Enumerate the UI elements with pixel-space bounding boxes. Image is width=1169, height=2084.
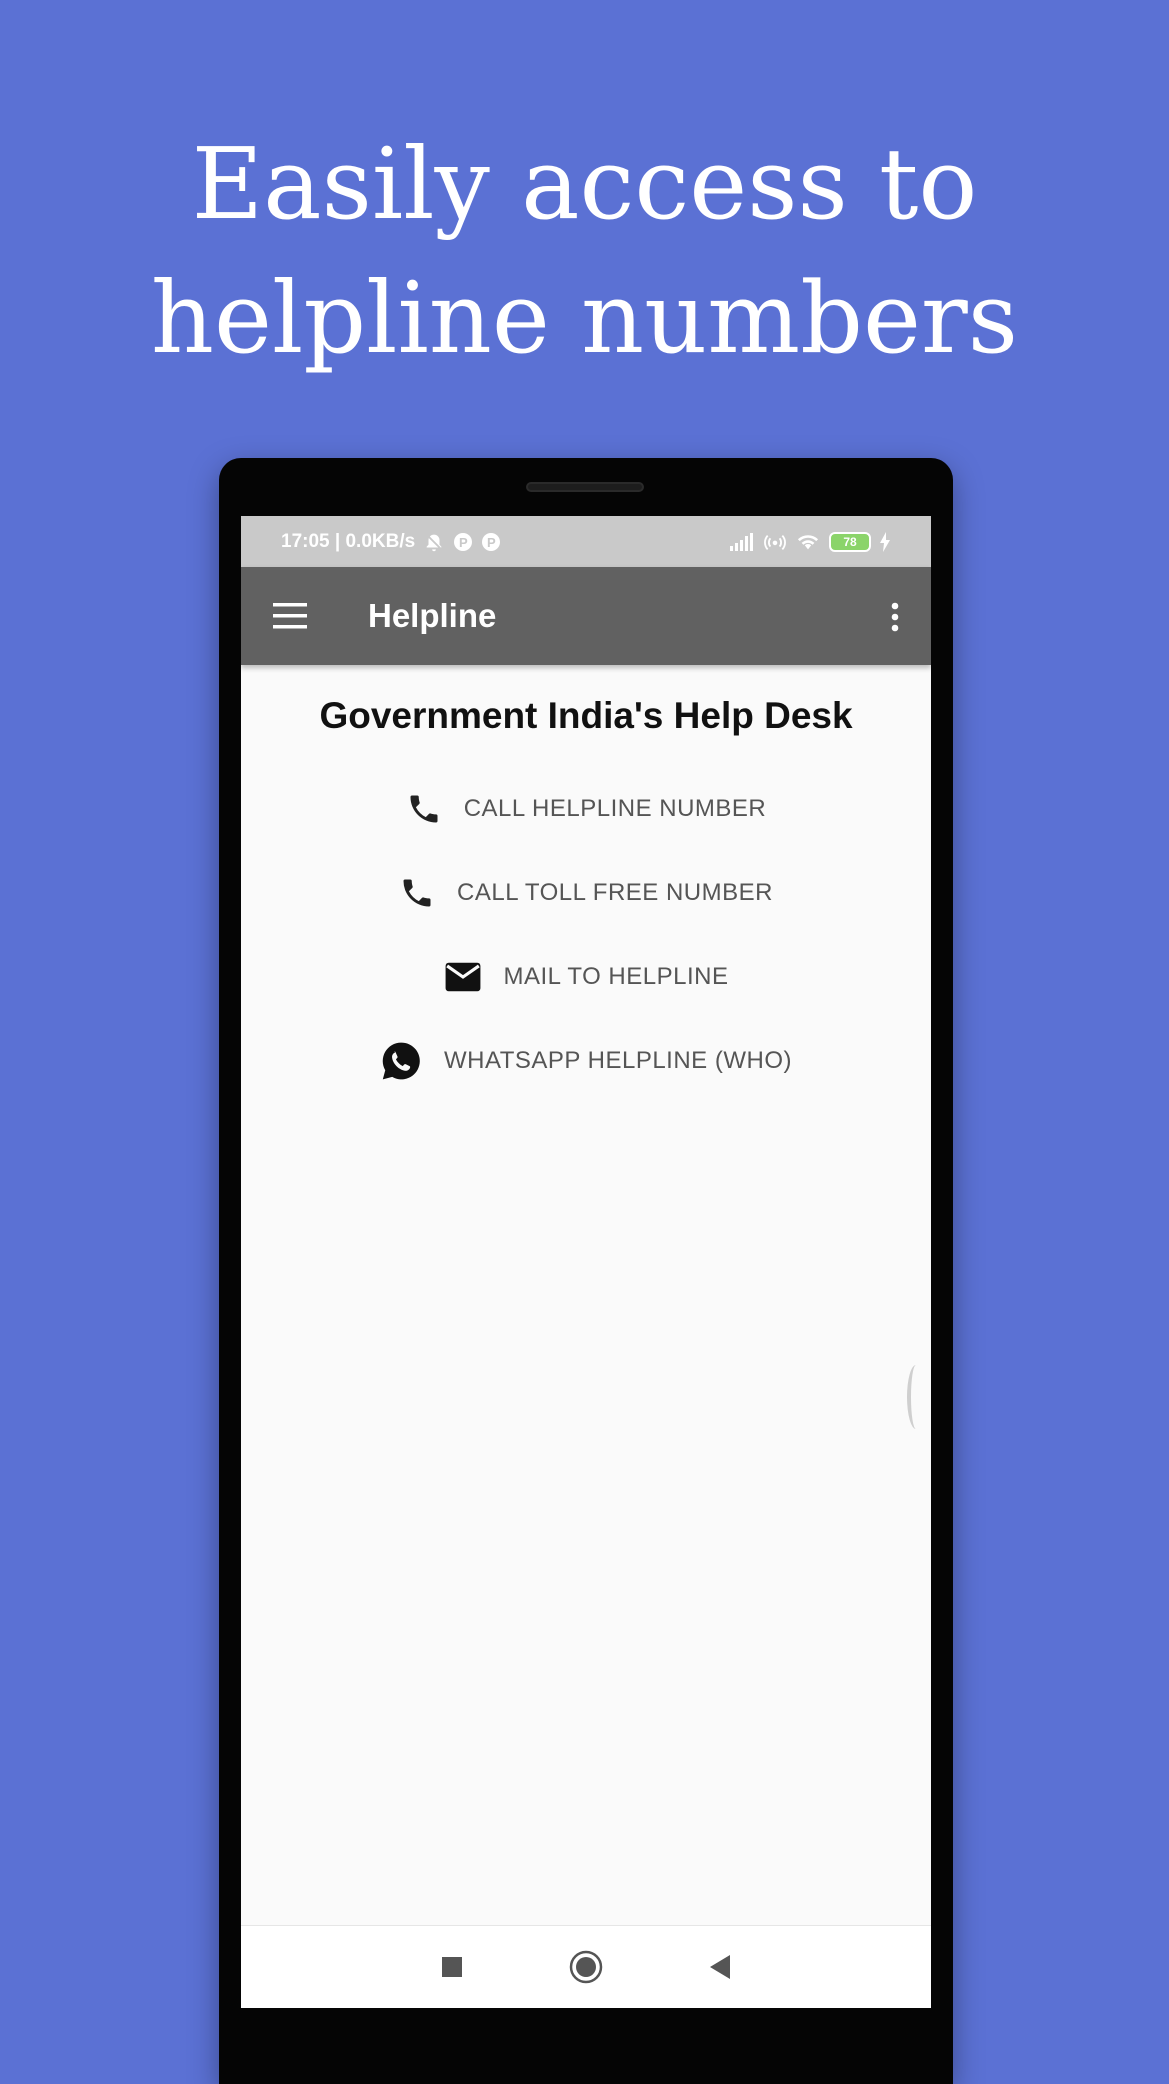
status-bar: 17:05 | 0.0KB/s P P 78 bbox=[241, 516, 931, 567]
mail-helpline-button[interactable]: MAIL TO HELPLINE bbox=[241, 947, 931, 1007]
page-content: Government India's Help Desk CALL HELPLI… bbox=[241, 665, 931, 1906]
wifi-icon bbox=[797, 534, 819, 549]
charging-icon bbox=[880, 531, 890, 552]
edge-swipe-handle[interactable] bbox=[907, 1365, 925, 1429]
hotspot-icon bbox=[764, 534, 786, 550]
svg-text:P: P bbox=[459, 535, 468, 550]
call-helpline-button[interactable]: CALL HELPLINE NUMBER bbox=[241, 779, 931, 839]
battery-icon: 78 bbox=[829, 531, 871, 552]
more-vert-icon[interactable] bbox=[889, 602, 901, 632]
alarm-off-icon bbox=[425, 532, 444, 551]
whatsapp-icon bbox=[382, 1042, 420, 1080]
home-circle-icon[interactable] bbox=[551, 1937, 621, 1997]
back-triangle-icon[interactable] bbox=[685, 1937, 755, 1997]
phone-icon bbox=[403, 879, 431, 907]
hamburger-menu-icon[interactable] bbox=[273, 603, 307, 629]
action-label: MAIL TO HELPLINE bbox=[503, 963, 729, 990]
page-title: Government India's Help Desk bbox=[319, 695, 853, 736]
phone-frame: 17:05 | 0.0KB/s P P 78 Helpline Governme… bbox=[219, 458, 953, 2084]
phone-icon bbox=[410, 795, 438, 823]
mail-icon bbox=[445, 962, 480, 992]
recents-square-icon[interactable] bbox=[417, 1937, 487, 1997]
app-bar: Helpline bbox=[241, 567, 931, 665]
svg-text:P: P bbox=[487, 535, 496, 550]
p-app-icon: P bbox=[454, 532, 473, 551]
action-label: CALL HELPLINE NUMBER bbox=[463, 795, 767, 822]
whatsapp-helpline-button[interactable]: WHATSAPP HELPLINE (WHO) bbox=[241, 1031, 931, 1091]
call-toll-free-button[interactable]: CALL TOLL FREE NUMBER bbox=[241, 863, 931, 923]
app-title: Helpline bbox=[368, 597, 497, 634]
p-app-icon: P bbox=[482, 532, 501, 551]
promo-headline: Easily access to helpline numbers bbox=[150, 128, 1019, 376]
system-nav-bar bbox=[241, 1925, 931, 2008]
phone-screen: 17:05 | 0.0KB/s P P 78 Helpline Governme… bbox=[241, 516, 931, 2008]
status-time-speed: 17:05 | 0.0KB/s bbox=[281, 530, 416, 552]
signal-icon bbox=[730, 532, 753, 551]
phone-speaker bbox=[526, 482, 644, 492]
action-label: WHATSAPP HELPLINE (WHO) bbox=[444, 1047, 792, 1074]
action-label: CALL TOLL FREE NUMBER bbox=[457, 879, 773, 906]
